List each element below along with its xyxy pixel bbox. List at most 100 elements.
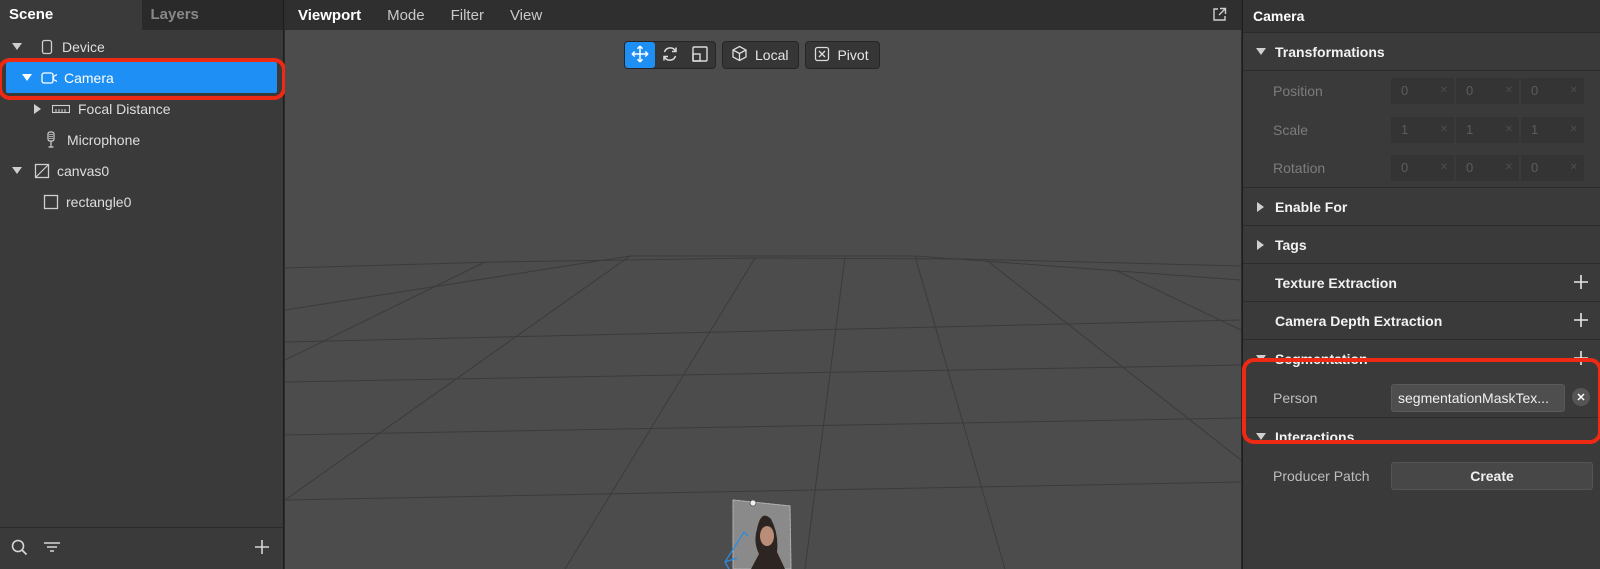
menu-mode[interactable]: Mode bbox=[387, 7, 425, 24]
section-label: Interactions bbox=[1275, 429, 1355, 445]
tree-item-label: Focal Distance bbox=[78, 100, 171, 117]
rotation-x-field[interactable]: 0 ✕ bbox=[1391, 155, 1454, 181]
tree-item-label: Microphone bbox=[67, 131, 141, 148]
viewport-menu-bar: Viewport Mode Filter View bbox=[285, 0, 1241, 30]
pivot-icon bbox=[814, 46, 830, 65]
chevron-down-icon[interactable] bbox=[1256, 47, 1266, 57]
inspector-panel: Camera Transformations Position 0 ✕ 0 ✕ 0 ✕… bbox=[1242, 0, 1600, 569]
filter-icon[interactable] bbox=[43, 540, 61, 557]
local-toggle-button[interactable]: Local bbox=[722, 41, 800, 69]
chevron-right-icon[interactable] bbox=[33, 103, 43, 114]
tree-item-label: canvas0 bbox=[57, 162, 110, 179]
pivot-toggle-button[interactable]: Pivot bbox=[805, 41, 880, 69]
scale-row: Scale 1 ✕ 1 ✕ 1 ✕ bbox=[1243, 110, 1600, 149]
section-label: Enable For bbox=[1275, 198, 1348, 215]
scale-z-field[interactable]: 1 ✕ bbox=[1521, 116, 1584, 143]
rotation-label: Rotation bbox=[1273, 160, 1326, 176]
section-label: Texture Extraction bbox=[1275, 274, 1397, 291]
section-camera-depth-extraction[interactable]: Camera Depth Extraction bbox=[1243, 302, 1600, 340]
add-segmentation-button[interactable] bbox=[1572, 349, 1590, 367]
transform-toolbar: Local Pivot bbox=[624, 41, 880, 69]
scene-tree: Device Camera Focal Distance Microphone … bbox=[0, 30, 283, 217]
tree-item-focal-distance[interactable]: Focal Distance bbox=[0, 93, 283, 124]
producer-patch-row: Producer Patch Create bbox=[1243, 456, 1600, 495]
person-row: Person segmentationMaskTex... bbox=[1243, 378, 1600, 418]
transform-mode-group bbox=[624, 41, 716, 69]
move-icon bbox=[631, 45, 649, 66]
chevron-down-icon[interactable] bbox=[12, 166, 22, 176]
person-label: Person bbox=[1273, 389, 1318, 406]
search-icon[interactable] bbox=[11, 539, 28, 559]
tree-item-microphone[interactable]: Microphone bbox=[0, 124, 283, 155]
tree-item-device[interactable]: Device bbox=[0, 31, 283, 62]
menu-filter[interactable]: Filter bbox=[451, 7, 484, 24]
scale-tool-button[interactable] bbox=[685, 42, 715, 68]
add-texture-extraction-button[interactable] bbox=[1572, 273, 1590, 291]
chevron-down-icon[interactable] bbox=[1256, 354, 1266, 364]
section-enable-for[interactable]: Enable For bbox=[1243, 188, 1600, 226]
position-y-field[interactable]: 0 ✕ bbox=[1456, 77, 1519, 104]
camera-icon bbox=[41, 70, 57, 86]
rotate-tool-button[interactable] bbox=[655, 42, 685, 68]
section-label: Tags bbox=[1275, 236, 1307, 253]
tree-item-label: rectangle0 bbox=[66, 193, 132, 210]
position-row: Position 0 ✕ 0 ✕ 0 ✕ bbox=[1243, 71, 1600, 110]
tree-item-label: Device bbox=[62, 38, 105, 55]
rotate-icon bbox=[661, 45, 679, 66]
scale-x-field[interactable]: 1 ✕ bbox=[1391, 116, 1454, 143]
scale-label: Scale bbox=[1273, 121, 1309, 138]
section-label: Camera Depth Extraction bbox=[1275, 312, 1443, 329]
rotation-y-field[interactable]: 0 ✕ bbox=[1456, 155, 1519, 181]
local-label: Local bbox=[755, 47, 789, 63]
section-transformations[interactable]: Transformations bbox=[1243, 33, 1600, 71]
tab-layers[interactable]: Layers bbox=[141, 0, 283, 30]
menu-view[interactable]: View bbox=[510, 7, 542, 24]
menu-viewport[interactable]: Viewport bbox=[298, 7, 361, 24]
chevron-down-icon[interactable] bbox=[22, 73, 32, 83]
device-icon bbox=[39, 39, 55, 55]
section-texture-extraction[interactable]: Texture Extraction bbox=[1243, 264, 1600, 302]
canvas-icon bbox=[34, 163, 50, 179]
chevron-down-icon[interactable] bbox=[1256, 432, 1266, 442]
pivot-label: Pivot bbox=[837, 47, 869, 63]
chevron-right-icon[interactable] bbox=[1256, 201, 1266, 212]
create-producer-patch-button[interactable]: Create bbox=[1391, 461, 1593, 490]
chevron-right-icon[interactable] bbox=[1256, 239, 1266, 250]
viewport-panel: Viewport Mode Filter View Local Pivot bbox=[285, 0, 1241, 569]
tree-item-rectangle0[interactable]: rectangle0 bbox=[0, 186, 283, 217]
scale-icon bbox=[691, 45, 709, 66]
inspector-title: Camera bbox=[1243, 0, 1600, 33]
rotation-z-field[interactable]: 0 ✕ bbox=[1521, 155, 1584, 181]
section-tags[interactable]: Tags bbox=[1243, 226, 1600, 264]
scale-y-field[interactable]: 1 ✕ bbox=[1456, 116, 1519, 143]
scene-panel-toolbar bbox=[0, 527, 283, 569]
tree-item-canvas0[interactable]: canvas0 bbox=[0, 155, 283, 186]
add-object-button[interactable] bbox=[254, 539, 270, 558]
section-segmentation[interactable]: Segmentation bbox=[1243, 340, 1600, 378]
section-interactions[interactable]: Interactions bbox=[1243, 418, 1600, 456]
person-texture-field[interactable]: segmentationMaskTex... bbox=[1391, 383, 1565, 412]
ruler-icon bbox=[51, 101, 71, 117]
producer-patch-label: Producer Patch bbox=[1273, 467, 1370, 484]
cube-icon bbox=[731, 45, 748, 65]
tree-item-camera[interactable]: Camera bbox=[6, 62, 277, 93]
position-z-field[interactable]: 0 ✕ bbox=[1521, 77, 1584, 104]
chevron-down-icon[interactable] bbox=[12, 42, 22, 52]
camera-preview-object[interactable] bbox=[717, 494, 807, 569]
add-depth-extraction-button[interactable] bbox=[1572, 311, 1590, 329]
position-x-field[interactable]: 0 ✕ bbox=[1391, 77, 1454, 104]
section-label: Segmentation bbox=[1275, 351, 1368, 367]
move-tool-button[interactable] bbox=[625, 42, 655, 68]
position-label: Position bbox=[1273, 82, 1323, 99]
clear-person-texture-button[interactable] bbox=[1572, 388, 1590, 406]
microphone-icon bbox=[43, 130, 59, 148]
scene-panel-tabs: Scene Layers bbox=[0, 0, 283, 30]
rectangle-icon bbox=[43, 194, 59, 210]
tree-item-label: Camera bbox=[64, 69, 114, 86]
viewport-grid bbox=[285, 255, 1241, 569]
section-label: Transformations bbox=[1275, 43, 1385, 60]
rotation-row: Rotation 0 ✕ 0 ✕ 0 ✕ bbox=[1243, 149, 1600, 188]
popout-icon[interactable] bbox=[1212, 7, 1227, 25]
scene-panel: Scene Layers Device Camera Focal Distanc… bbox=[0, 0, 286, 569]
tab-scene[interactable]: Scene bbox=[0, 0, 142, 30]
